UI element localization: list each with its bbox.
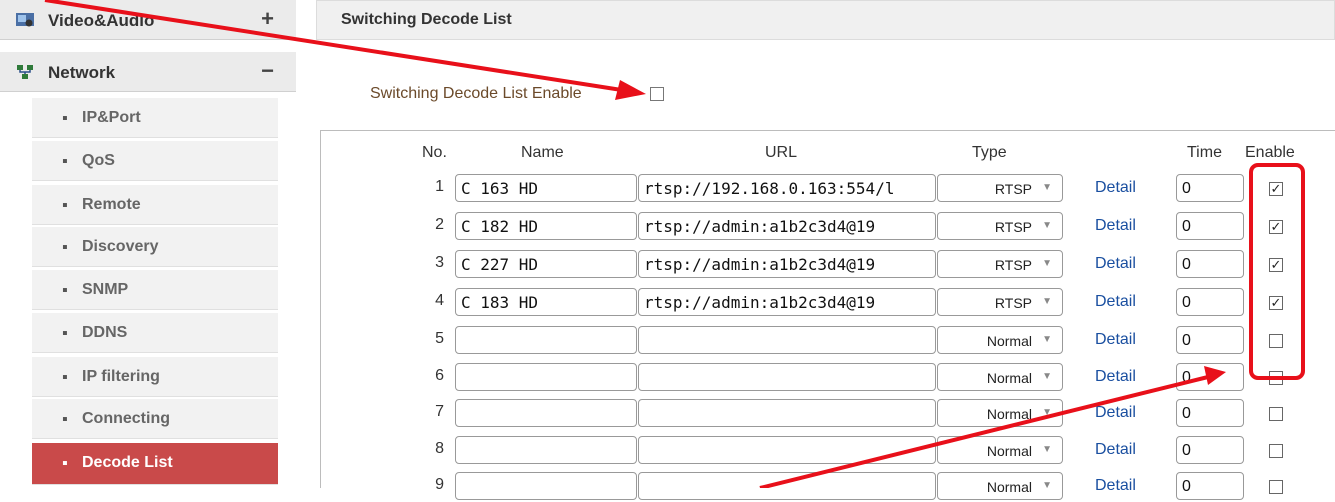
annotation-arrowhead (615, 80, 646, 100)
annotation-arrow (759, 375, 1209, 488)
annotation-arrows (44, 0, 1226, 488)
annotation-arrow (44, 0, 629, 93)
annotation-arrowhead (1204, 366, 1226, 385)
